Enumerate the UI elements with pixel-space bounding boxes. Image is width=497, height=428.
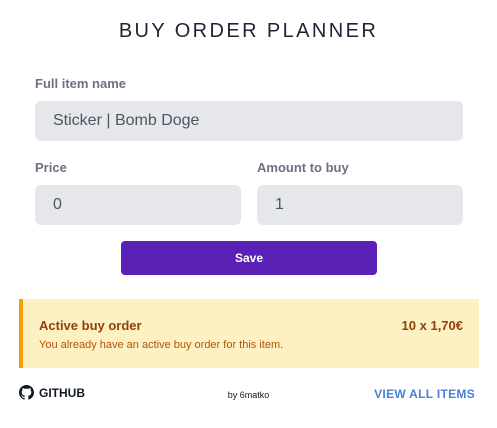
price-label: Price — [35, 160, 67, 175]
page-title: BUY ORDER PLANNER — [118, 20, 379, 42]
alert-message: You already have an active buy order for… — [39, 339, 284, 351]
price-input[interactable] — [35, 185, 241, 225]
item-name-input[interactable] — [35, 101, 463, 141]
view-all-items-link[interactable]: VIEW ALL ITEMS — [374, 387, 475, 401]
alert-title: Active buy order — [39, 318, 142, 333]
alert-order-amount: 10 x 1,70€ — [401, 318, 463, 333]
item-name-label: Full item name — [35, 76, 127, 91]
active-order-alert: Active buy order 10 x 1,70€ You already … — [19, 299, 479, 368]
amount-input[interactable] — [257, 185, 463, 225]
amount-label: Amount to buy — [257, 160, 349, 175]
save-button[interactable]: Save — [121, 241, 377, 275]
page: BUY ORDER PLANNER Full item name Price A… — [0, 0, 497, 428]
